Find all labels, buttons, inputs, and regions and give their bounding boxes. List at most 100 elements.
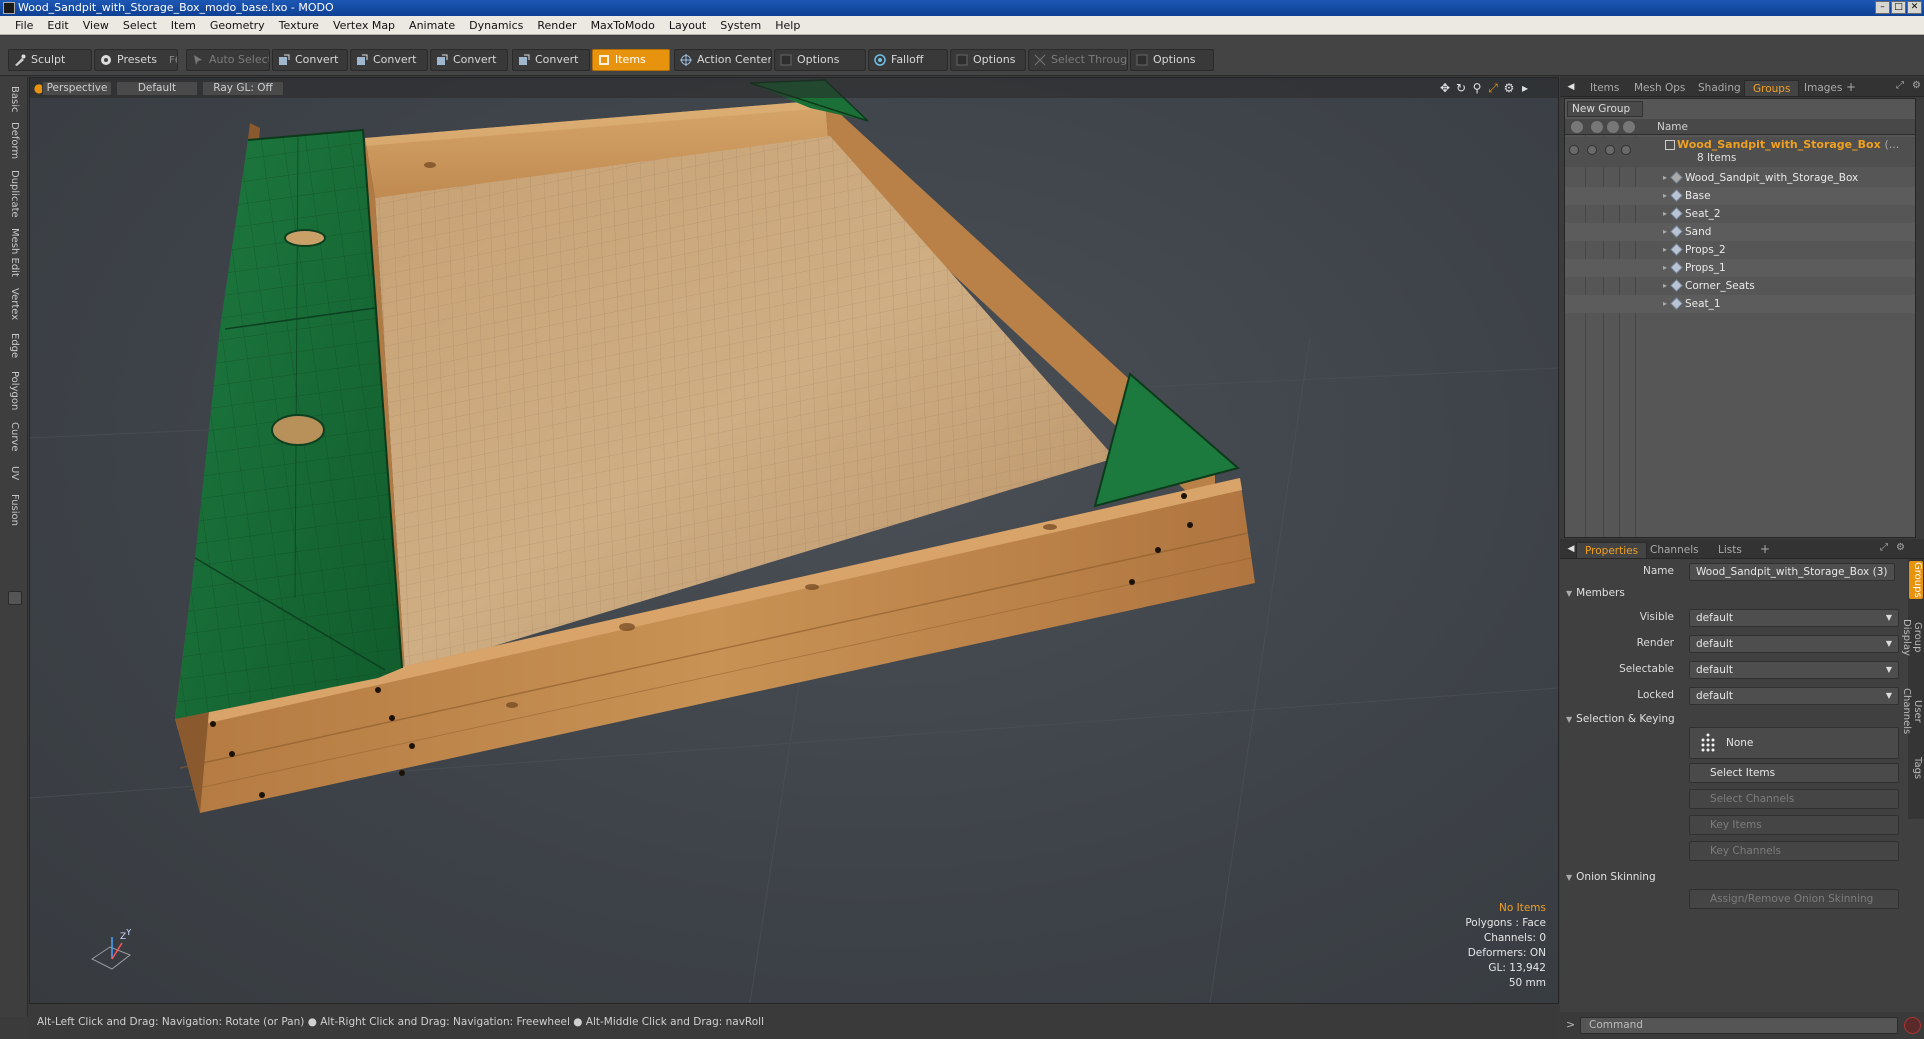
tab-uv[interactable]: UV	[5, 461, 23, 485]
group-item-props-2[interactable]: ▸ Props_2	[1565, 241, 1915, 259]
lock-toggle[interactable]	[1605, 145, 1615, 155]
tab-images[interactable]: Images	[1796, 80, 1850, 96]
name-field[interactable]: Wood_Sandpit_with_Storage_Box (3)	[1689, 563, 1895, 581]
menu-help[interactable]: Help	[768, 16, 807, 35]
group-item-props-1[interactable]: ▸ Props_1	[1565, 259, 1915, 277]
panel-menu-icon[interactable]: ◀	[1564, 80, 1578, 94]
tab-items[interactable]: Items	[1582, 80, 1627, 96]
key-channels-button[interactable]: Key Channels	[1689, 841, 1899, 861]
menu-geometry[interactable]: Geometry	[203, 16, 272, 35]
minimize-button[interactable]: –	[1875, 1, 1890, 14]
tab-deform[interactable]: Deform	[5, 121, 23, 161]
name-column-header[interactable]: Name	[1657, 119, 1688, 135]
menu-vertex-map[interactable]: Vertex Map	[326, 16, 402, 35]
group-item-base[interactable]: ▸ Base	[1565, 187, 1915, 205]
select-through-button[interactable]: Select Through	[1028, 49, 1128, 71]
viewport-settings-icon[interactable]: ⚙	[1502, 81, 1516, 95]
rotate-view-icon[interactable]: ↻	[1454, 81, 1468, 95]
side-tab-user-channels[interactable]: User Channels	[1901, 675, 1923, 747]
selectable-dropdown[interactable]: default ▼	[1689, 661, 1899, 679]
options-button-1[interactable]: Options	[774, 49, 866, 71]
members-section[interactable]: ▼ Members	[1566, 587, 1625, 599]
group-item-seat-1[interactable]: ▸ Seat_1	[1565, 295, 1915, 313]
tab-mesh-edit[interactable]: Mesh Edit	[5, 227, 23, 277]
tab-groups[interactable]: Groups	[1744, 80, 1800, 96]
side-tab-groups[interactable]: Groups	[1909, 561, 1923, 599]
command-input[interactable]: Command	[1580, 1017, 1898, 1034]
items-mode-button[interactable]: Items	[592, 49, 670, 71]
command-history-button[interactable]	[1904, 1017, 1921, 1034]
presets-button[interactable]: Presets F6	[94, 49, 178, 71]
view-type-selector[interactable]: Perspective	[42, 81, 112, 96]
action-center-button[interactable]: Action Center	[674, 49, 772, 71]
menu-animate[interactable]: Animate	[402, 16, 462, 35]
expand-panel-icon[interactable]: ⤢	[1880, 542, 1888, 553]
render-dropdown[interactable]: default ▼	[1689, 635, 1899, 653]
convert-button-3[interactable]: Convert	[430, 49, 508, 71]
locked-dropdown[interactable]: default ▼	[1689, 687, 1899, 705]
render-toggle[interactable]	[1587, 145, 1597, 155]
options-button-3[interactable]: Options	[1130, 49, 1214, 71]
tab-mesh-ops[interactable]: Mesh Ops	[1626, 80, 1693, 96]
tab-edge[interactable]: Edge	[5, 329, 23, 363]
tab-polygon[interactable]: Polygon	[5, 369, 23, 413]
key-items-button[interactable]: Key Items	[1689, 815, 1899, 835]
expand-panel-icon[interactable]: ⤢	[1896, 80, 1904, 91]
menu-view[interactable]: View	[76, 16, 116, 35]
menu-maxtomodo[interactable]: MaxToModo	[584, 16, 662, 35]
panel-settings-icon[interactable]: ⚙	[1896, 542, 1905, 553]
menu-dynamics[interactable]: Dynamics	[462, 16, 530, 35]
tab-toggle-button[interactable]	[8, 591, 22, 605]
zoom-view-icon[interactable]: ⚲	[1470, 81, 1484, 95]
maximize-button[interactable]: □	[1891, 1, 1906, 14]
onion-skinning-section[interactable]: ▼ Onion Skinning	[1566, 871, 1656, 883]
group-item-sand[interactable]: ▸ Sand	[1565, 223, 1915, 241]
close-button[interactable]: ✕	[1907, 1, 1922, 14]
menu-edit[interactable]: Edit	[40, 16, 75, 35]
menu-texture[interactable]: Texture	[272, 16, 326, 35]
group-item-mesh[interactable]: ▸ Wood_Sandpit_with_Storage_Box	[1565, 169, 1915, 187]
tab-basic[interactable]: Basic	[5, 83, 23, 115]
group-row-root[interactable]: Wood_Sandpit_with_Storage_Box (... 8 Ite…	[1565, 137, 1915, 167]
move-view-icon[interactable]: ✥	[1438, 81, 1452, 95]
sculpt-button[interactable]: Sculpt	[8, 49, 92, 71]
convert-button-1[interactable]: Convert	[272, 49, 348, 71]
raygl-toggle[interactable]: Ray GL: Off	[202, 81, 284, 96]
add-tab-icon[interactable]: +	[1760, 542, 1770, 556]
tab-properties[interactable]: Properties	[1576, 542, 1648, 558]
select-toggle[interactable]	[1621, 145, 1631, 155]
side-tab-group-display[interactable]: Group Display	[1901, 605, 1923, 669]
selection-keying-section[interactable]: ▼ Selection & Keying	[1566, 713, 1675, 725]
add-tab-icon[interactable]: +	[1846, 80, 1856, 94]
select-items-button[interactable]: Select Items	[1689, 763, 1899, 783]
tab-shading[interactable]: Shading	[1690, 80, 1749, 96]
menu-item[interactable]: Item	[164, 16, 203, 35]
visibility-column-icon[interactable]	[1571, 121, 1583, 133]
group-item-corner-seats[interactable]: ▸ Corner_Seats	[1565, 277, 1915, 295]
panel-settings-icon[interactable]: ⚙	[1912, 80, 1921, 91]
selection-set-none-button[interactable]: None	[1689, 727, 1899, 759]
menu-select[interactable]: Select	[116, 16, 164, 35]
options-button-2[interactable]: Options	[950, 49, 1026, 71]
group-item-seat-2[interactable]: ▸ Seat_2	[1565, 205, 1915, 223]
menu-layout[interactable]: Layout	[662, 16, 713, 35]
side-tab-tags[interactable]: Tags	[1909, 753, 1923, 783]
menu-file[interactable]: File	[8, 16, 40, 35]
convert-button-2[interactable]: Convert	[350, 49, 428, 71]
tab-curve[interactable]: Curve	[5, 419, 23, 455]
assign-onion-skinning-button[interactable]: Assign/Remove Onion Skinning	[1689, 889, 1899, 909]
menu-render[interactable]: Render	[530, 16, 583, 35]
shading-selector[interactable]: Default	[116, 81, 198, 96]
lock-column-icon[interactable]	[1607, 121, 1619, 133]
tab-duplicate[interactable]: Duplicate	[5, 169, 23, 219]
3d-viewport[interactable]: ● Perspective Default Ray GL: Off ✥ ↻ ⚲ …	[29, 77, 1559, 1004]
fit-view-icon[interactable]: ⤢	[1486, 81, 1500, 95]
tab-lists[interactable]: Lists	[1710, 542, 1750, 558]
viewport-expand-icon[interactable]: ▸	[1518, 81, 1532, 95]
visibility-toggle[interactable]	[1569, 145, 1579, 155]
visible-dropdown[interactable]: default ▼	[1689, 609, 1899, 627]
select-channels-button[interactable]: Select Channels	[1689, 789, 1899, 809]
tab-vertex[interactable]: Vertex	[5, 285, 23, 323]
tab-channels[interactable]: Channels	[1642, 542, 1707, 558]
render-column-icon[interactable]	[1591, 121, 1603, 133]
